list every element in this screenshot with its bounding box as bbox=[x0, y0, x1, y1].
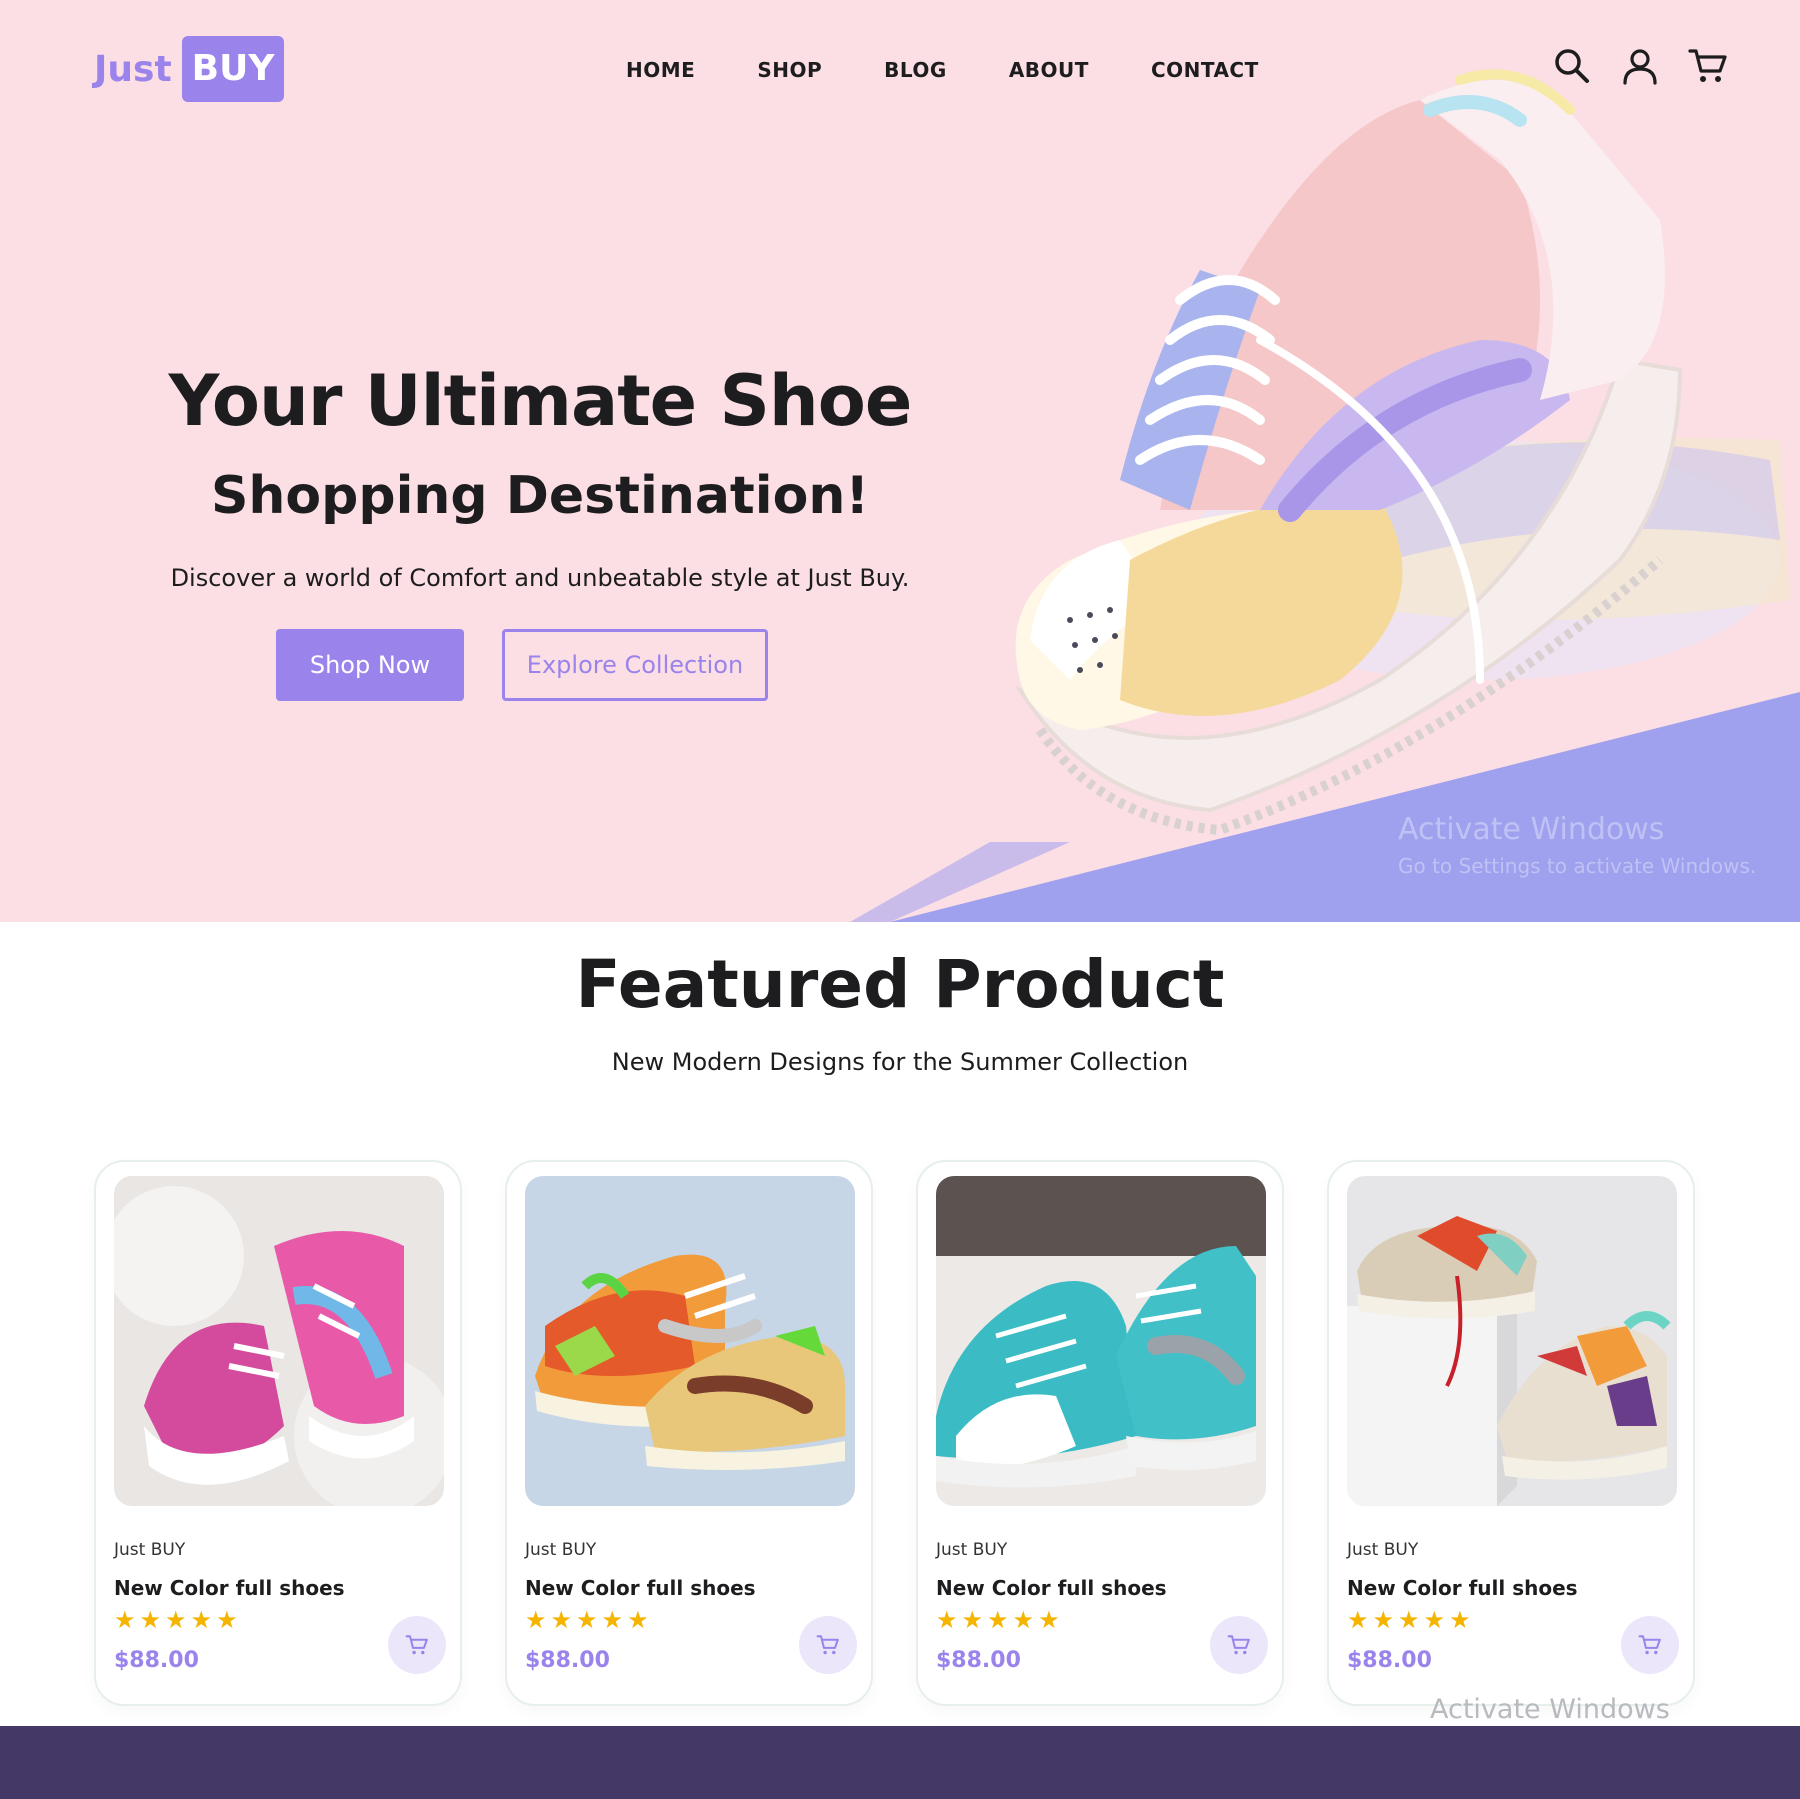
product-price: $88.00 bbox=[525, 1648, 610, 1673]
add-to-cart-button[interactable] bbox=[388, 1616, 446, 1674]
product-price: $88.00 bbox=[114, 1648, 199, 1673]
product-card[interactable]: Just BUY New Color full shoes ★ ★ ★ ★ ★ $88.… bbox=[505, 1160, 873, 1706]
star-icon: ★ bbox=[936, 1606, 958, 1634]
star-icon: ★ bbox=[550, 1606, 573, 1634]
hero-title-line-2: Shopping Destination! bbox=[210, 466, 870, 526]
star-icon: ★ bbox=[1038, 1606, 1060, 1634]
product-brand: Just BUY bbox=[1347, 1540, 1419, 1560]
shop-now-button[interactable]: Shop Now bbox=[276, 629, 464, 701]
cart-icon bbox=[1227, 1635, 1250, 1655]
add-to-cart-button[interactable] bbox=[1621, 1616, 1679, 1674]
hero-sneaker-image bbox=[1014, 69, 1790, 836]
os-watermark-bottom: Activate Windows bbox=[1430, 1694, 1670, 1725]
cart-icon bbox=[405, 1635, 428, 1655]
star-icon: ★ bbox=[627, 1606, 649, 1634]
product-rating: ★ ★ ★ ★ ★ bbox=[114, 1608, 242, 1632]
star-icon: ★ bbox=[1449, 1606, 1471, 1634]
cart-icon bbox=[816, 1635, 839, 1655]
star-icon: ★ bbox=[190, 1606, 213, 1634]
product-image-teal-sneakers[interactable] bbox=[936, 1176, 1266, 1506]
explore-collection-button[interactable]: Explore Collection bbox=[502, 629, 768, 701]
featured-subtitle: New Modern Designs for the Summer Collec… bbox=[611, 1048, 1189, 1076]
product-image-chunky-sneakers[interactable] bbox=[1347, 1176, 1677, 1506]
product-card[interactable]: Just BUY New Color full shoes ★ ★ ★ ★ ★ $88.… bbox=[916, 1160, 1284, 1706]
star-icon: ★ bbox=[1398, 1606, 1420, 1634]
logo-text-buy: BUY bbox=[181, 36, 285, 102]
os-watermark-subtitle: Go to Settings to activate Windows. bbox=[1398, 854, 1757, 878]
logo-text-just: Just bbox=[94, 48, 172, 90]
star-icon: ★ bbox=[987, 1606, 1009, 1634]
hero-section: Just BUY HOME SHOP BLOG ABOUT CONTACT Yo… bbox=[0, 0, 1800, 922]
nav-item-shop[interactable]: SHOP bbox=[757, 58, 822, 82]
product-name[interactable]: New Color full shoes bbox=[1347, 1576, 1578, 1600]
os-watermark-title: Activate Windows bbox=[1398, 812, 1665, 847]
header-actions bbox=[1552, 46, 1728, 86]
search-icon[interactable] bbox=[1552, 46, 1592, 86]
brand-logo[interactable]: Just BUY bbox=[94, 36, 285, 102]
user-icon[interactable] bbox=[1620, 46, 1660, 86]
product-rating: ★ ★ ★ ★ ★ bbox=[1347, 1608, 1475, 1632]
hero-title-line-1: Your Ultimate Shoe bbox=[168, 360, 913, 442]
product-card[interactable]: Just BUY New Color full shoes ★ ★ ★ ★ ★ $88.… bbox=[94, 1160, 462, 1706]
star-icon: ★ bbox=[1423, 1606, 1446, 1634]
nav-item-contact[interactable]: CONTACT bbox=[1151, 58, 1259, 82]
product-name[interactable]: New Color full shoes bbox=[936, 1576, 1167, 1600]
footer-bar bbox=[0, 1726, 1800, 1799]
cart-icon bbox=[1638, 1635, 1661, 1655]
add-to-cart-button[interactable] bbox=[799, 1616, 857, 1674]
nav-item-home[interactable]: HOME bbox=[626, 58, 695, 82]
star-icon: ★ bbox=[1012, 1606, 1035, 1634]
star-icon: ★ bbox=[1347, 1606, 1369, 1634]
product-card[interactable]: Just BUY New Color full shoes ★ ★ ★ ★ ★ $88.… bbox=[1327, 1160, 1695, 1706]
nav-item-blog[interactable]: BLOG bbox=[884, 58, 947, 82]
star-icon: ★ bbox=[576, 1606, 598, 1634]
star-icon: ★ bbox=[525, 1606, 547, 1634]
product-brand: Just BUY bbox=[936, 1540, 1008, 1560]
product-brand: Just BUY bbox=[114, 1540, 186, 1560]
product-brand: Just BUY bbox=[525, 1540, 597, 1560]
product-name[interactable]: New Color full shoes bbox=[114, 1576, 345, 1600]
product-rating: ★ ★ ★ ★ ★ bbox=[936, 1608, 1064, 1632]
product-image-pink-hightops[interactable] bbox=[114, 1176, 444, 1506]
product-price: $88.00 bbox=[1347, 1648, 1432, 1673]
star-icon: ★ bbox=[601, 1606, 624, 1634]
product-image-floral-dunks[interactable] bbox=[525, 1176, 855, 1506]
featured-title: Featured Product bbox=[575, 946, 1225, 1023]
star-icon: ★ bbox=[216, 1606, 238, 1634]
star-icon: ★ bbox=[961, 1606, 984, 1634]
add-to-cart-button[interactable] bbox=[1210, 1616, 1268, 1674]
hero-subtitle: Discover a world of Comfort and unbeatab… bbox=[170, 564, 910, 592]
star-icon: ★ bbox=[1372, 1606, 1395, 1634]
product-rating: ★ ★ ★ ★ ★ bbox=[525, 1608, 653, 1632]
star-icon: ★ bbox=[165, 1606, 187, 1634]
product-price: $88.00 bbox=[936, 1648, 1021, 1673]
main-nav: HOME SHOP BLOG ABOUT CONTACT bbox=[626, 58, 1259, 82]
star-icon: ★ bbox=[114, 1606, 136, 1634]
cart-icon[interactable] bbox=[1688, 46, 1728, 86]
nav-item-about[interactable]: ABOUT bbox=[1009, 58, 1089, 82]
star-icon: ★ bbox=[139, 1606, 162, 1634]
product-name[interactable]: New Color full shoes bbox=[525, 1576, 756, 1600]
